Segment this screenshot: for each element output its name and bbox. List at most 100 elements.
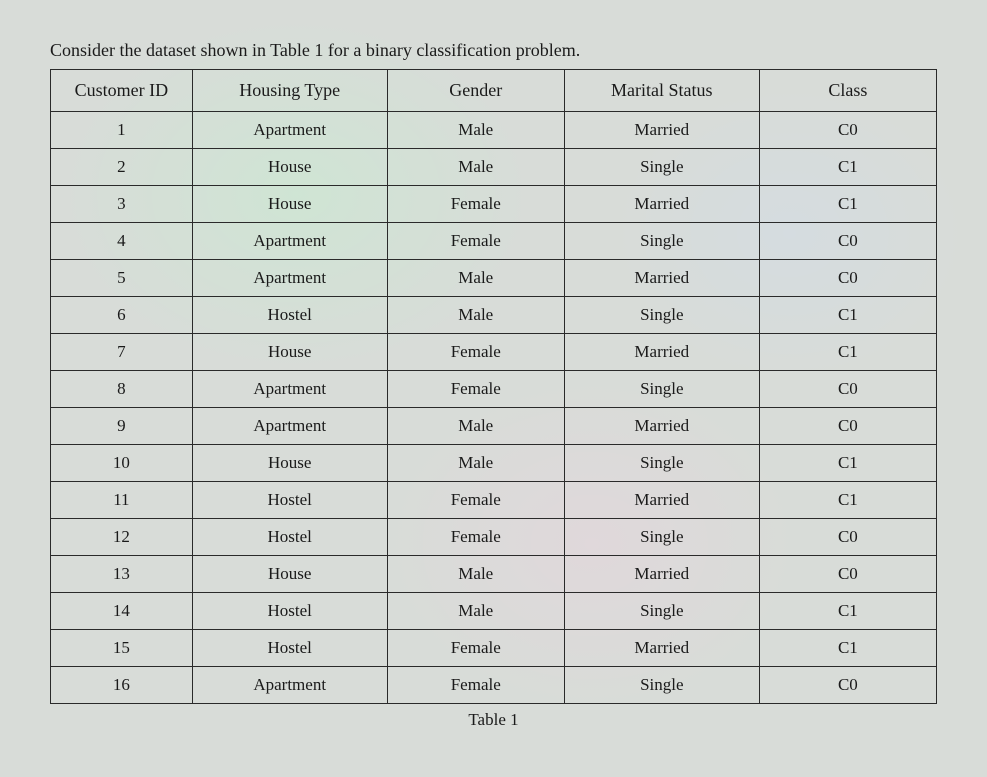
cell-id: 4	[51, 223, 193, 260]
cell-gender: Male	[387, 149, 564, 186]
cell-class: C0	[759, 519, 936, 556]
cell-housing: House	[192, 556, 387, 593]
cell-gender: Female	[387, 482, 564, 519]
cell-marital: Single	[564, 371, 759, 408]
table-row: 7 House Female Married C1	[51, 334, 937, 371]
cell-class: C1	[759, 149, 936, 186]
cell-gender: Male	[387, 556, 564, 593]
cell-gender: Male	[387, 297, 564, 334]
table-row: 12 Hostel Female Single C0	[51, 519, 937, 556]
cell-housing: Hostel	[192, 519, 387, 556]
cell-marital: Married	[564, 630, 759, 667]
cell-class: C1	[759, 297, 936, 334]
cell-id: 12	[51, 519, 193, 556]
cell-housing: Apartment	[192, 260, 387, 297]
cell-gender: Female	[387, 519, 564, 556]
cell-housing: House	[192, 186, 387, 223]
cell-id: 16	[51, 667, 193, 704]
table-body: 1 Apartment Male Married C0 2 House Male…	[51, 112, 937, 704]
cell-id: 15	[51, 630, 193, 667]
cell-marital: Married	[564, 482, 759, 519]
cell-housing: Hostel	[192, 482, 387, 519]
cell-marital: Single	[564, 667, 759, 704]
header-customer-id: Customer ID	[51, 70, 193, 112]
cell-gender: Male	[387, 112, 564, 149]
cell-class: C0	[759, 556, 936, 593]
cell-housing: Apartment	[192, 371, 387, 408]
cell-gender: Female	[387, 371, 564, 408]
cell-gender: Female	[387, 630, 564, 667]
cell-housing: House	[192, 149, 387, 186]
header-marital-status: Marital Status	[564, 70, 759, 112]
intro-text: Consider the dataset shown in Table 1 fo…	[50, 40, 937, 61]
cell-class: C0	[759, 371, 936, 408]
cell-marital: Single	[564, 593, 759, 630]
cell-gender: Male	[387, 408, 564, 445]
header-class: Class	[759, 70, 936, 112]
cell-class: C1	[759, 593, 936, 630]
table-row: 11 Hostel Female Married C1	[51, 482, 937, 519]
cell-gender: Male	[387, 593, 564, 630]
cell-class: C0	[759, 408, 936, 445]
cell-gender: Male	[387, 260, 564, 297]
cell-class: C0	[759, 667, 936, 704]
table-row: 2 House Male Single C1	[51, 149, 937, 186]
header-gender: Gender	[387, 70, 564, 112]
cell-marital: Single	[564, 149, 759, 186]
cell-id: 13	[51, 556, 193, 593]
cell-housing: House	[192, 334, 387, 371]
cell-id: 6	[51, 297, 193, 334]
cell-marital: Single	[564, 297, 759, 334]
cell-id: 14	[51, 593, 193, 630]
cell-housing: Hostel	[192, 630, 387, 667]
cell-gender: Female	[387, 667, 564, 704]
cell-id: 5	[51, 260, 193, 297]
cell-housing: Apartment	[192, 667, 387, 704]
cell-id: 3	[51, 186, 193, 223]
cell-marital: Married	[564, 112, 759, 149]
table-row: 4 Apartment Female Single C0	[51, 223, 937, 260]
table-row: 15 Hostel Female Married C1	[51, 630, 937, 667]
cell-housing: Hostel	[192, 297, 387, 334]
cell-marital: Single	[564, 445, 759, 482]
table-row: 6 Hostel Male Single C1	[51, 297, 937, 334]
cell-class: C1	[759, 186, 936, 223]
cell-id: 7	[51, 334, 193, 371]
cell-marital: Married	[564, 408, 759, 445]
table-caption: Table 1	[50, 710, 937, 730]
cell-id: 10	[51, 445, 193, 482]
cell-gender: Male	[387, 445, 564, 482]
cell-housing: Hostel	[192, 593, 387, 630]
table-row: 10 House Male Single C1	[51, 445, 937, 482]
cell-class: C1	[759, 445, 936, 482]
cell-id: 9	[51, 408, 193, 445]
cell-marital: Married	[564, 186, 759, 223]
cell-class: C0	[759, 260, 936, 297]
data-table: Customer ID Housing Type Gender Marital …	[50, 69, 937, 704]
table-row: 3 House Female Married C1	[51, 186, 937, 223]
cell-id: 8	[51, 371, 193, 408]
table-row: 9 Apartment Male Married C0	[51, 408, 937, 445]
cell-housing: Apartment	[192, 408, 387, 445]
cell-gender: Female	[387, 186, 564, 223]
cell-class: C0	[759, 112, 936, 149]
table-row: 1 Apartment Male Married C0	[51, 112, 937, 149]
table-row: 14 Hostel Male Single C1	[51, 593, 937, 630]
cell-class: C0	[759, 223, 936, 260]
cell-housing: Apartment	[192, 223, 387, 260]
cell-housing: Apartment	[192, 112, 387, 149]
table-row: 5 Apartment Male Married C0	[51, 260, 937, 297]
cell-gender: Female	[387, 223, 564, 260]
cell-id: 11	[51, 482, 193, 519]
cell-class: C1	[759, 482, 936, 519]
header-housing-type: Housing Type	[192, 70, 387, 112]
cell-class: C1	[759, 630, 936, 667]
table-header-row: Customer ID Housing Type Gender Marital …	[51, 70, 937, 112]
cell-id: 1	[51, 112, 193, 149]
cell-id: 2	[51, 149, 193, 186]
table-row: 16 Apartment Female Single C0	[51, 667, 937, 704]
cell-marital: Married	[564, 334, 759, 371]
table-row: 8 Apartment Female Single C0	[51, 371, 937, 408]
cell-marital: Married	[564, 260, 759, 297]
table-row: 13 House Male Married C0	[51, 556, 937, 593]
